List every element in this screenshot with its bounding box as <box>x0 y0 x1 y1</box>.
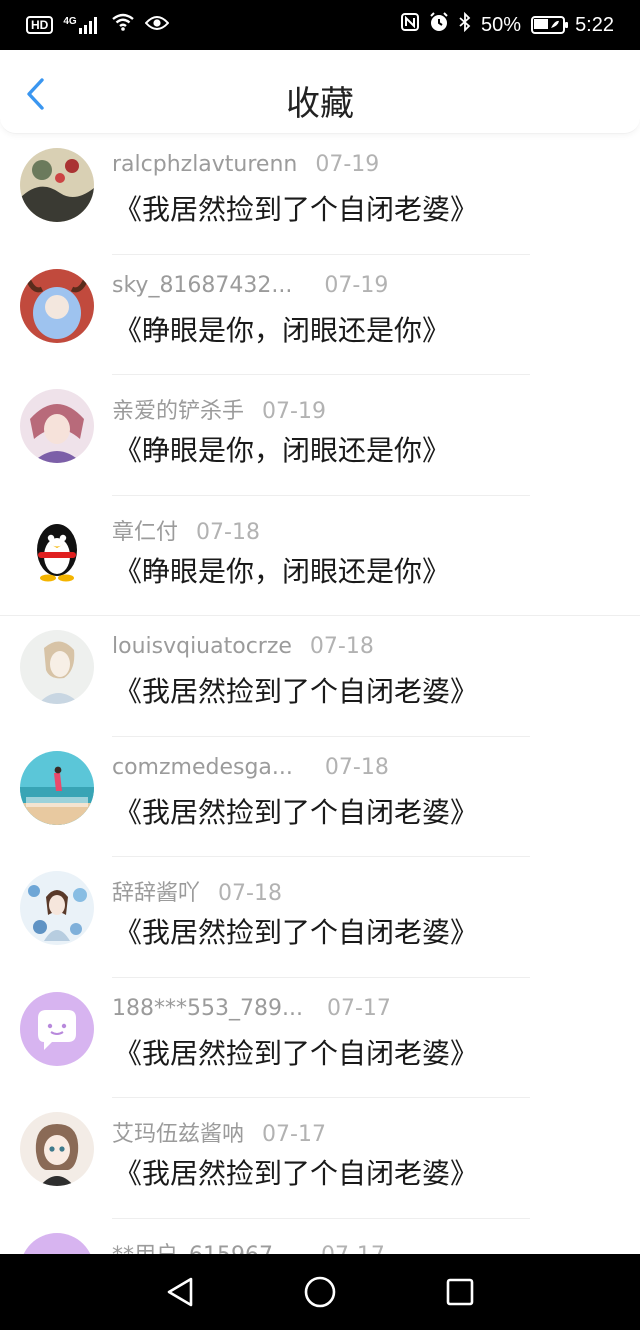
status-left: HD 4G <box>26 13 170 37</box>
avatar[interactable] <box>20 1112 94 1186</box>
avatar[interactable] <box>20 509 94 584</box>
page-title: 收藏 <box>286 84 354 124</box>
book-title[interactable]: 《睁眼是你，闭眼还是你》 <box>114 429 450 469</box>
list-item[interactable]: 亲爱的铲杀手 07-19 《睁眼是你，闭眼还是你》 <box>0 375 640 496</box>
item-meta: 艾玛伍兹酱呐 07-17 <box>112 1116 326 1148</box>
book-title[interactable]: 《睁眼是你，闭眼还是你》 <box>114 550 450 590</box>
avatar[interactable] <box>20 389 94 463</box>
item-meta: louisvqiuatocrze 07-18 <box>112 634 374 659</box>
list-item[interactable]: louisvqiuatocrze 07-18 《我居然捡到了个自闭老婆》 <box>0 616 640 737</box>
item-meta: 章仁付 07-18 <box>112 514 260 546</box>
book-title[interactable]: 《我居然捡到了个自闭老婆》 <box>114 188 478 228</box>
item-meta: **用户_615967 07-17 <box>112 1237 385 1255</box>
username[interactable]: ralcphzlavturenn <box>112 152 297 177</box>
avatar[interactable] <box>20 1232 94 1254</box>
nfc-icon <box>401 13 420 37</box>
app-header: 收藏 <box>0 50 640 134</box>
item-meta: 188***553_789... 07-17 <box>112 996 391 1021</box>
book-title[interactable]: 《我居然捡到了个自闭老婆》 <box>114 670 478 710</box>
avatar[interactable] <box>20 630 94 704</box>
date: 07-19 <box>315 152 380 177</box>
square-recents-icon <box>446 1278 474 1306</box>
date: 07-19 <box>324 272 389 298</box>
username[interactable]: 艾玛伍兹酱呐 <box>112 1116 244 1148</box>
list-item[interactable]: **用户_615967 07-17 <box>0 1219 640 1255</box>
status-bar: HD 4G 50% 5:22 <box>0 0 640 50</box>
username[interactable]: 188***553_789... <box>112 996 303 1021</box>
list-item[interactable]: sky_81687432... 07-19 《睁眼是你，闭眼还是你》 <box>0 255 640 375</box>
status-right: 50% 5:22 <box>401 11 614 38</box>
triangle-back-icon <box>167 1277 193 1307</box>
list-item[interactable]: 188***553_789... 07-17 《我居然捡到了个自闭老婆》 <box>0 978 640 1098</box>
favorites-list: ralcphzlavturenn 07-19 《我居然捡到了个自闭老婆》 sky… <box>0 134 640 1254</box>
date: 07-17 <box>326 995 391 1021</box>
date: 07-18 <box>196 519 260 545</box>
alarm-icon <box>429 12 449 38</box>
date: 07-17 <box>262 1122 326 1147</box>
avatar[interactable] <box>20 268 94 343</box>
list-item[interactable]: 艾玛伍兹酱呐 07-17 《我居然捡到了个自闭老婆》 <box>0 1098 640 1219</box>
avatar[interactable] <box>20 750 94 825</box>
list-item[interactable]: comzmedesga... 07-18 《我居然捡到了个自闭老婆》 <box>0 737 640 857</box>
item-meta: ralcphzlavturenn 07-19 <box>112 152 379 177</box>
bluetooth-icon <box>459 11 471 38</box>
home-nav-button[interactable] <box>295 1267 345 1317</box>
username[interactable]: sky_81687432... <box>112 273 292 298</box>
wifi-icon <box>111 13 135 37</box>
date: 07-18 <box>324 754 389 780</box>
book-title[interactable]: 《我居然捡到了个自闭老婆》 <box>114 791 478 831</box>
book-title[interactable]: 《我居然捡到了个自闭老婆》 <box>114 1032 478 1072</box>
book-title[interactable]: 《我居然捡到了个自闭老婆》 <box>114 911 478 951</box>
date: 07-18 <box>309 634 374 659</box>
back-nav-button[interactable] <box>155 1267 205 1317</box>
avatar[interactable] <box>20 148 94 222</box>
avatar[interactable] <box>20 991 94 1066</box>
circle-home-icon <box>304 1276 336 1308</box>
book-title[interactable]: 《睁眼是你，闭眼还是你》 <box>114 309 450 349</box>
list-item[interactable]: 章仁付 07-18 《睁眼是你，闭眼还是你》 <box>0 496 640 616</box>
date: 07-18 <box>218 881 282 906</box>
username[interactable]: 章仁付 <box>112 514 178 546</box>
book-title[interactable]: 《我居然捡到了个自闭老婆》 <box>114 1152 478 1192</box>
item-meta: 辞辞酱吖 07-18 <box>112 875 282 907</box>
hd-badge: HD <box>26 16 54 34</box>
date: 07-19 <box>262 399 326 424</box>
signal-type-label: 4G <box>63 16 77 27</box>
battery-icon <box>531 16 569 34</box>
username[interactable]: **用户_615967 <box>112 1237 273 1255</box>
clock-time: 5:22 <box>575 13 614 36</box>
username[interactable]: louisvqiuatocrze <box>112 634 292 659</box>
recents-nav-button[interactable] <box>435 1267 485 1317</box>
item-meta: sky_81687432... 07-19 <box>112 273 388 298</box>
item-meta: comzmedesga... 07-18 <box>112 755 389 780</box>
date: 07-17 <box>321 1243 385 1255</box>
item-meta: 亲爱的铲杀手 07-19 <box>112 393 326 425</box>
signal-icon: 4G <box>63 16 100 34</box>
username[interactable]: 辞辞酱吖 <box>112 875 200 907</box>
battery-percent: 50% <box>481 13 522 36</box>
list-item[interactable]: 辞辞酱吖 07-18 《我居然捡到了个自闭老婆》 <box>0 857 640 978</box>
username[interactable]: 亲爱的铲杀手 <box>112 393 244 425</box>
username[interactable]: comzmedesga... <box>112 755 293 780</box>
system-nav-bar <box>0 1254 640 1330</box>
eye-icon <box>144 14 170 37</box>
list-item[interactable]: ralcphzlavturenn 07-19 《我居然捡到了个自闭老婆》 <box>0 134 640 255</box>
avatar[interactable] <box>20 871 94 945</box>
